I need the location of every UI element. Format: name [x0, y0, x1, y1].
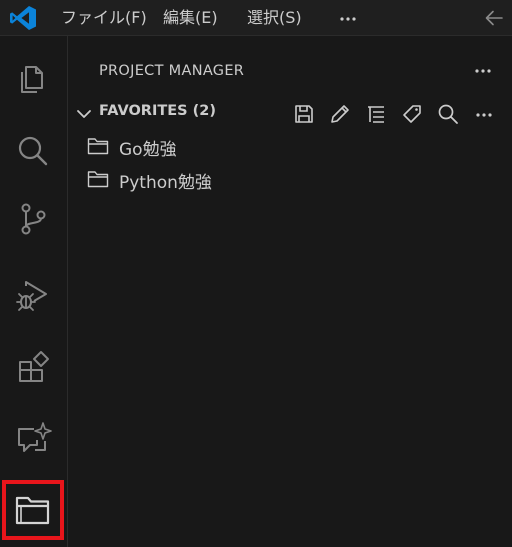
run-debug-icon[interactable]	[14, 276, 52, 314]
search-icon[interactable]	[14, 132, 52, 170]
menu-selection[interactable]: 選択(S)	[247, 8, 302, 28]
menu-file[interactable]: ファイル(F)	[61, 8, 147, 28]
ellipsis-icon[interactable]	[473, 63, 493, 79]
title-bar: ファイル(F) 編集(E) 選択(S)	[0, 0, 512, 36]
project-item[interactable]: Python勉強	[68, 164, 512, 194]
ellipsis-icon[interactable]	[472, 102, 496, 126]
folder-icon	[87, 170, 109, 188]
project-label: Python勉強	[119, 173, 212, 193]
source-control-icon[interactable]	[14, 200, 52, 238]
favorites-section-header[interactable]: FAVORITES (2)	[68, 98, 512, 128]
filter-list-icon[interactable]	[364, 102, 388, 126]
extensions-icon[interactable]	[14, 348, 52, 386]
search-icon[interactable]	[436, 102, 460, 126]
menu-edit[interactable]: 編集(E)	[163, 8, 218, 28]
files-icon[interactable]	[14, 60, 52, 98]
project-manager-activity-button[interactable]	[2, 480, 64, 540]
save-icon[interactable]	[292, 102, 316, 126]
chat-sparkle-icon[interactable]	[14, 420, 52, 458]
sidebar-title: PROJECT MANAGER	[99, 63, 245, 79]
vscode-logo-icon	[9, 5, 37, 31]
section-title: FAVORITES (2)	[99, 103, 216, 119]
pencil-icon[interactable]	[328, 102, 352, 126]
folder-open-icon	[15, 496, 50, 525]
project-item[interactable]: Go勉強	[68, 131, 512, 161]
chevron-down-icon	[76, 106, 92, 120]
ellipsis-icon[interactable]	[338, 9, 358, 27]
tag-icon[interactable]	[400, 102, 424, 126]
folder-icon	[87, 137, 109, 155]
activity-bar	[0, 36, 68, 547]
project-manager-sidebar: PROJECT MANAGER FAVORITES (2) Go勉強 Pytho…	[68, 36, 512, 547]
project-label: Go勉強	[119, 140, 177, 160]
vscode-window: ファイル(F) 編集(E) 選択(S) PROJECT MANAGER FAVO…	[0, 0, 512, 547]
arrow-left-icon[interactable]	[483, 7, 505, 29]
